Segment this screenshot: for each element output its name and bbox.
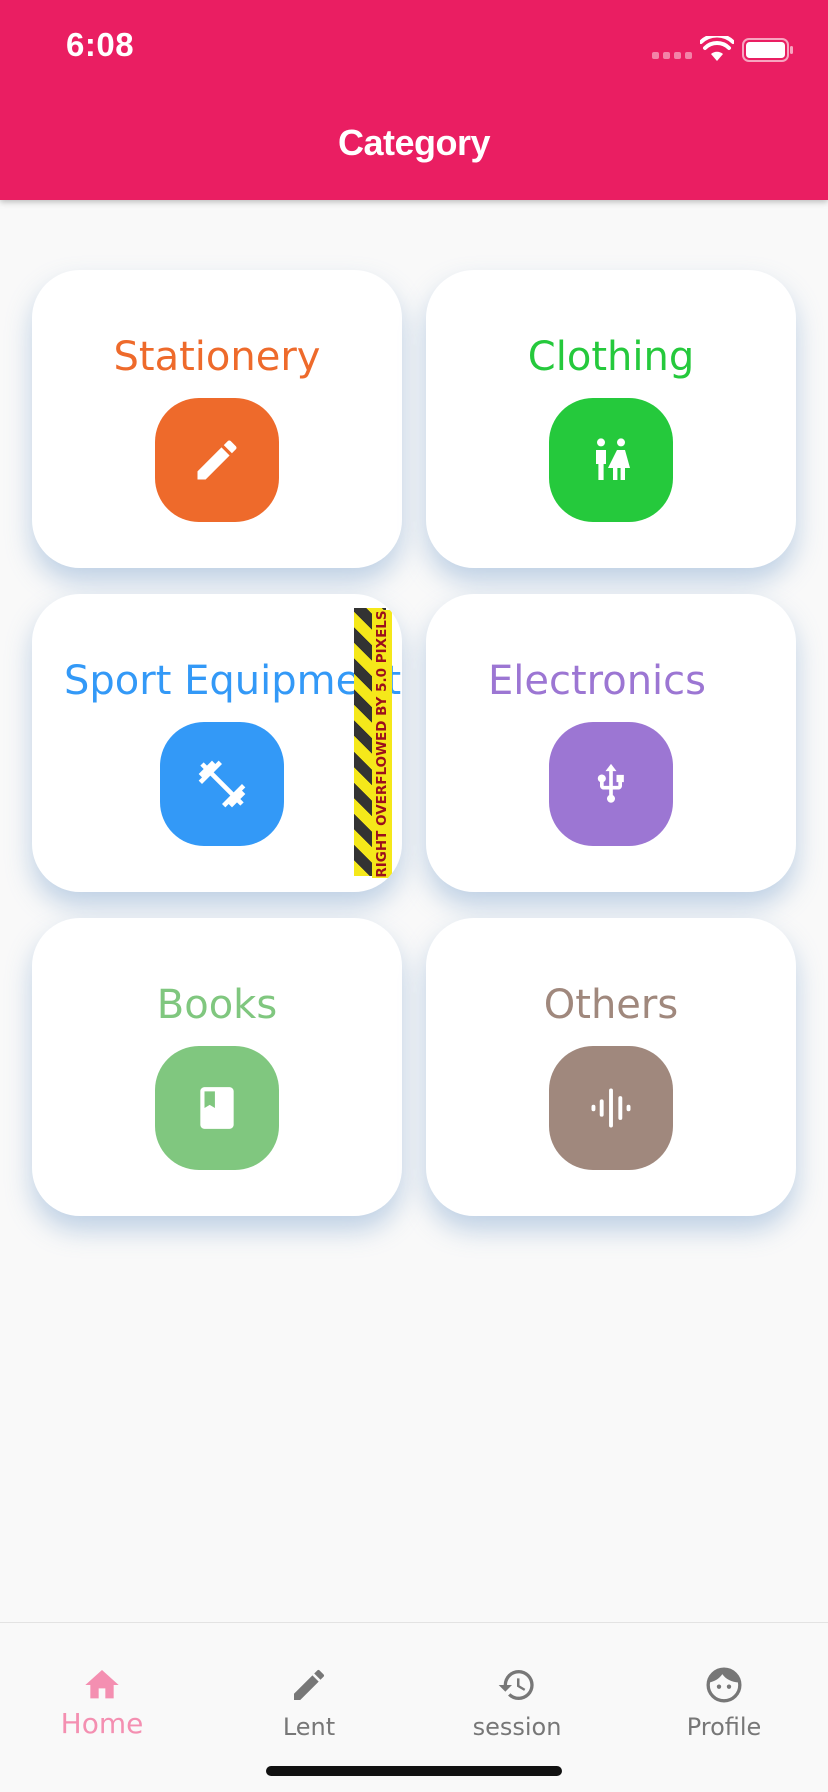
signal-icon <box>652 52 692 59</box>
pencil-icon <box>294 1669 325 1700</box>
nav-item-home[interactable]: Home <box>12 1643 192 1743</box>
category-card-books[interactable]: Books <box>32 918 402 1216</box>
nav-label-profile: Profile <box>686 1713 762 1741</box>
category-card-stationery[interactable]: Stationery <box>32 270 402 568</box>
book-icon <box>155 1046 279 1170</box>
dumbbell-icon <box>160 722 284 846</box>
nav-label-session: session <box>472 1713 562 1741</box>
home-icon <box>85 1670 119 1699</box>
home-indicator[interactable] <box>266 1766 562 1776</box>
category-label: Stationery <box>113 334 321 380</box>
category-label: Sport Equipment <box>64 658 402 704</box>
pencil-icon <box>155 398 279 522</box>
usb-icon <box>549 722 673 846</box>
soundwave-icon <box>549 1046 673 1170</box>
wifi-icon <box>700 36 734 61</box>
status-time: 6:08 <box>66 26 135 63</box>
category-card-electronics[interactable]: Electronics <box>426 594 796 892</box>
screen: 6:08 Category Stationery Clothing Sport … <box>0 0 828 1792</box>
page-title: Category <box>337 122 491 163</box>
nav-item-lent[interactable]: Lent <box>219 1643 399 1743</box>
category-label: Clothing <box>527 334 695 380</box>
category-card-clothing[interactable]: Clothing <box>426 270 796 568</box>
people-icon <box>549 398 673 522</box>
nav-item-profile[interactable]: Profile <box>634 1643 814 1743</box>
battery-icon <box>742 38 793 62</box>
history-icon <box>498 1670 534 1700</box>
nav-item-session[interactable]: session <box>427 1643 607 1743</box>
face-icon <box>706 1667 742 1703</box>
nav-label-home: Home <box>60 1707 144 1740</box>
nav-label-lent: Lent <box>282 1713 336 1741</box>
category-card-others[interactable]: Others <box>426 918 796 1216</box>
overflow-warning-text: RIGHT OVERFLOWED BY 5.0 PIXELS <box>372 610 392 878</box>
app-bar: 6:08 Category <box>0 0 828 200</box>
category-label: Others <box>543 982 679 1028</box>
category-label: Electronics <box>487 658 706 704</box>
category-label: Books <box>156 982 278 1028</box>
category-card-sport-equipment[interactable]: Sport Equipment RIGHT OVERFLOWED BY 5.0 … <box>32 594 402 892</box>
